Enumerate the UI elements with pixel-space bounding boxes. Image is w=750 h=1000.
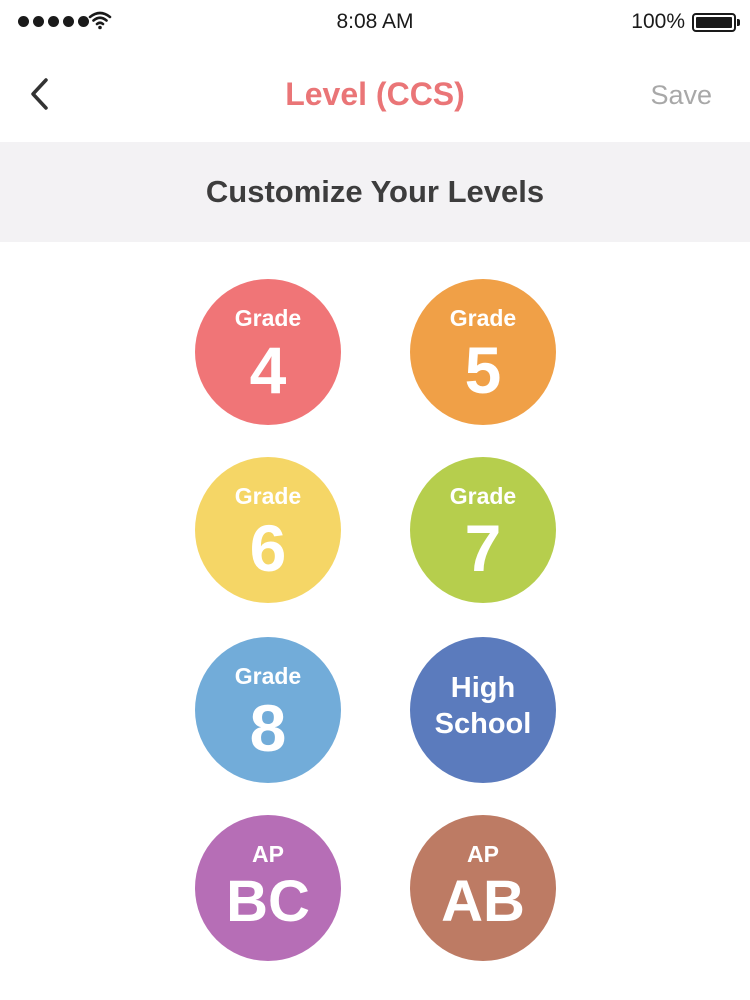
level-label: AP — [467, 841, 499, 867]
level-value: 5 — [464, 333, 502, 407]
level-label: Grade — [234, 305, 302, 331]
level-label: AP — [252, 841, 284, 867]
level-value: 8 — [249, 691, 287, 765]
level-line-1: High — [450, 672, 516, 704]
level-line-2: School — [434, 708, 532, 740]
level-grade-8-button[interactable]: Grade 8 — [195, 637, 341, 783]
status-bar: 8:08 AM 100% — [0, 0, 750, 44]
battery-icon — [692, 13, 740, 32]
battery-percentage: 100% — [631, 10, 685, 33]
level-value: AB — [441, 869, 525, 934]
level-grade-4-button[interactable]: Grade 4 — [195, 279, 341, 425]
level-grade-5-button[interactable]: Grade 5 — [410, 279, 556, 425]
level-value: 7 — [464, 511, 502, 585]
level-ap-ab-button[interactable]: AP AB — [410, 815, 556, 961]
level-value: 6 — [249, 511, 287, 585]
page-title: Level (CCS) — [285, 76, 465, 112]
level-label: Grade — [234, 663, 302, 689]
level-label: Grade — [449, 483, 517, 509]
level-label: Grade — [449, 305, 517, 331]
nav-bar: Level (CCS) Save — [0, 44, 750, 142]
level-grade-6-button[interactable]: Grade 6 — [195, 457, 341, 603]
level-high-school-button[interactable]: High School — [410, 637, 556, 783]
section-title: Customize Your Levels — [205, 174, 545, 209]
level-value: BC — [226, 869, 310, 934]
level-value: 4 — [249, 333, 287, 407]
section-header: Customize Your Levels — [0, 142, 750, 242]
save-button[interactable]: Save — [650, 80, 712, 111]
level-grade-7-button[interactable]: Grade 7 — [410, 457, 556, 603]
level-label: Grade — [234, 483, 302, 509]
level-ap-bc-button[interactable]: AP BC — [195, 815, 341, 961]
